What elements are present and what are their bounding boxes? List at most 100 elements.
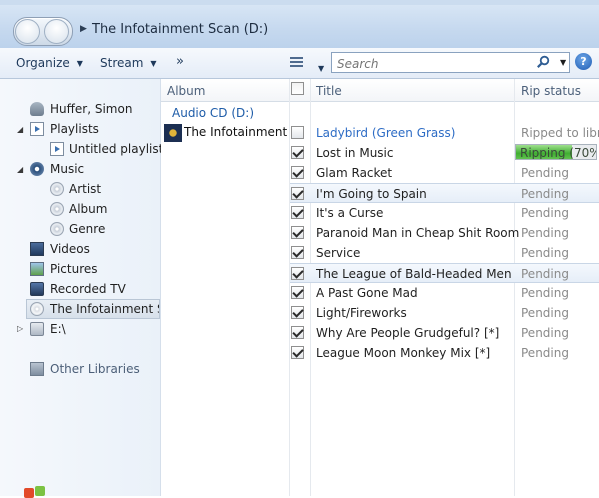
nav-music[interactable]: Music — [28, 160, 158, 178]
track-checkbox[interactable] — [291, 326, 304, 339]
album-name[interactable]: The Infotainment ... — [184, 125, 289, 139]
playlist-icon — [30, 122, 44, 136]
track-title: Why Are People Grudgeful? [*] — [316, 326, 500, 340]
nav-artist[interactable]: Artist — [48, 180, 158, 198]
nav-other-libraries[interactable]: Other Libraries — [28, 360, 158, 378]
track-checkbox[interactable] — [291, 286, 304, 299]
column-title[interactable]: Title — [316, 84, 342, 98]
nav-pictures[interactable]: Pictures — [28, 260, 158, 278]
windows-logo-icon — [24, 486, 48, 498]
rip-status-text: Pending — [521, 206, 569, 220]
nav-recorded-tv[interactable]: Recorded TV — [28, 280, 158, 298]
track-row[interactable]: Service Pending — [290, 243, 599, 263]
track-title: League Moon Monkey Mix [*] — [316, 346, 491, 360]
track-checkbox[interactable] — [291, 306, 304, 319]
track-row[interactable]: The League of Bald-Headed Men Pending — [290, 263, 599, 283]
track-title: Glam Racket — [316, 166, 393, 180]
tv-icon — [30, 282, 44, 296]
column-header-row: Album Title Rip status — [161, 79, 599, 102]
track-title: A Past Gone Mad — [316, 286, 418, 300]
nav-playlists-label: Playlists — [50, 122, 99, 136]
nav-genre[interactable]: Genre — [48, 220, 158, 238]
track-row[interactable]: Lost in Music Ripping (70%) — [290, 143, 599, 163]
nav-user-library[interactable]: Huffer, Simon — [28, 100, 158, 118]
toolbar-overflow-button[interactable]: » — [176, 54, 184, 69]
track-row[interactable]: Glam Racket Pending — [290, 163, 599, 183]
track-row[interactable]: Ladybird (Green Grass) Ripped to library — [290, 123, 599, 143]
view-list-icon — [290, 56, 303, 67]
track-checkbox[interactable] — [291, 267, 304, 280]
search-options-chevron-icon[interactable]: ▼ — [560, 58, 566, 67]
collapsed-arrow-icon[interactable]: ▷ — [17, 324, 23, 333]
breadcrumb[interactable]: The Infotainment Scan (D:) — [92, 22, 268, 37]
track-title: I'm Going to Spain — [316, 187, 427, 201]
stream-menu[interactable]: Stream ▼ — [100, 56, 157, 70]
organize-menu[interactable]: Organize ▼ — [16, 56, 83, 70]
cd-icon — [30, 302, 44, 316]
group-header: Audio CD (D:) — [172, 106, 255, 120]
column-album[interactable]: Album — [167, 84, 205, 98]
help-icon[interactable]: ? — [575, 53, 592, 70]
track-row[interactable]: Light/Fireworks Pending — [290, 303, 599, 323]
rip-status-text: Pending — [521, 226, 569, 240]
track-title: Lost in Music — [316, 146, 394, 160]
track-checkbox[interactable] — [291, 126, 304, 139]
track-row[interactable]: Paranoid Man in Cheap Shit Room Pending — [290, 223, 599, 243]
view-options-button[interactable]: ▼ — [290, 54, 324, 73]
search-input[interactable] — [335, 54, 534, 73]
track-row[interactable]: Why Are People Grudgeful? [*] Pending — [290, 323, 599, 343]
nav-user-label: Huffer, Simon — [50, 102, 133, 116]
album-icon — [50, 202, 64, 216]
nav-cd-label: The Infotainment Sc — [50, 302, 160, 316]
nav-cd-drive[interactable]: The Infotainment Sc — [26, 299, 160, 319]
track-checkbox[interactable] — [291, 346, 304, 359]
nav-untitled-playlist-label: Untitled playlist — [69, 142, 164, 156]
track-row[interactable]: A Past Gone Mad Pending — [290, 283, 599, 303]
chevron-down-icon: ▼ — [318, 64, 325, 73]
rip-status-text: Ripped to library — [521, 126, 599, 140]
track-title: Service — [316, 246, 361, 260]
nav-album[interactable]: Album — [48, 200, 158, 218]
track-row[interactable]: It's a Curse Pending — [290, 203, 599, 223]
nav-videos-label: Videos — [50, 242, 90, 256]
rip-status-text: Pending — [521, 187, 569, 201]
track-checkbox[interactable] — [291, 146, 304, 159]
nav-playlists[interactable]: Playlists — [28, 120, 158, 138]
nav-genre-label: Genre — [69, 222, 106, 236]
window-title-strip — [0, 0, 599, 5]
forward-button[interactable] — [44, 19, 69, 44]
track-checkbox[interactable] — [291, 246, 304, 259]
nav-album-label: Album — [69, 202, 108, 216]
other-libraries-icon — [30, 362, 44, 376]
track-checkbox[interactable] — [291, 166, 304, 179]
back-button[interactable] — [15, 19, 40, 44]
nav-artist-label: Artist — [69, 182, 102, 196]
rip-status-text: Pending — [521, 306, 569, 320]
user-icon — [30, 102, 44, 116]
expand-arrow-icon[interactable]: ◢ — [17, 165, 23, 174]
track-list: Album Title Rip status Audio CD (D:) The… — [161, 79, 599, 496]
rip-status-text: Pending — [521, 267, 569, 281]
track-checkbox[interactable] — [291, 187, 304, 200]
select-all-checkbox[interactable] — [291, 82, 304, 95]
track-checkbox[interactable] — [291, 226, 304, 239]
nav-drive-e[interactable]: E:\ — [28, 320, 158, 338]
rip-status-text: Pending — [521, 246, 569, 260]
track-title: The League of Bald-Headed Men — [316, 267, 512, 281]
navigation-pane: Huffer, Simon ◢ Playlists Untitled playl… — [0, 79, 163, 496]
track-checkbox[interactable] — [291, 206, 304, 219]
organize-label: Organize — [16, 56, 70, 70]
column-rip-status[interactable]: Rip status — [521, 84, 581, 98]
rip-status-text: Pending — [521, 326, 569, 340]
expand-arrow-icon[interactable]: ◢ — [17, 125, 23, 134]
track-row[interactable]: I'm Going to Spain Pending — [290, 183, 599, 203]
nav-videos[interactable]: Videos — [28, 240, 158, 258]
nav-drive-label: E:\ — [50, 322, 66, 336]
playlist-icon — [50, 142, 64, 156]
breadcrumb-arrow-icon[interactable]: ▶ — [80, 24, 87, 34]
rip-progress-bar: Ripping (70%) — [515, 144, 597, 160]
search-icon[interactable] — [536, 55, 550, 69]
track-row[interactable]: League Moon Monkey Mix [*] Pending — [290, 343, 599, 363]
track-title: Ladybird (Green Grass) — [316, 126, 456, 140]
nav-untitled-playlist[interactable]: Untitled playlist — [48, 140, 163, 158]
